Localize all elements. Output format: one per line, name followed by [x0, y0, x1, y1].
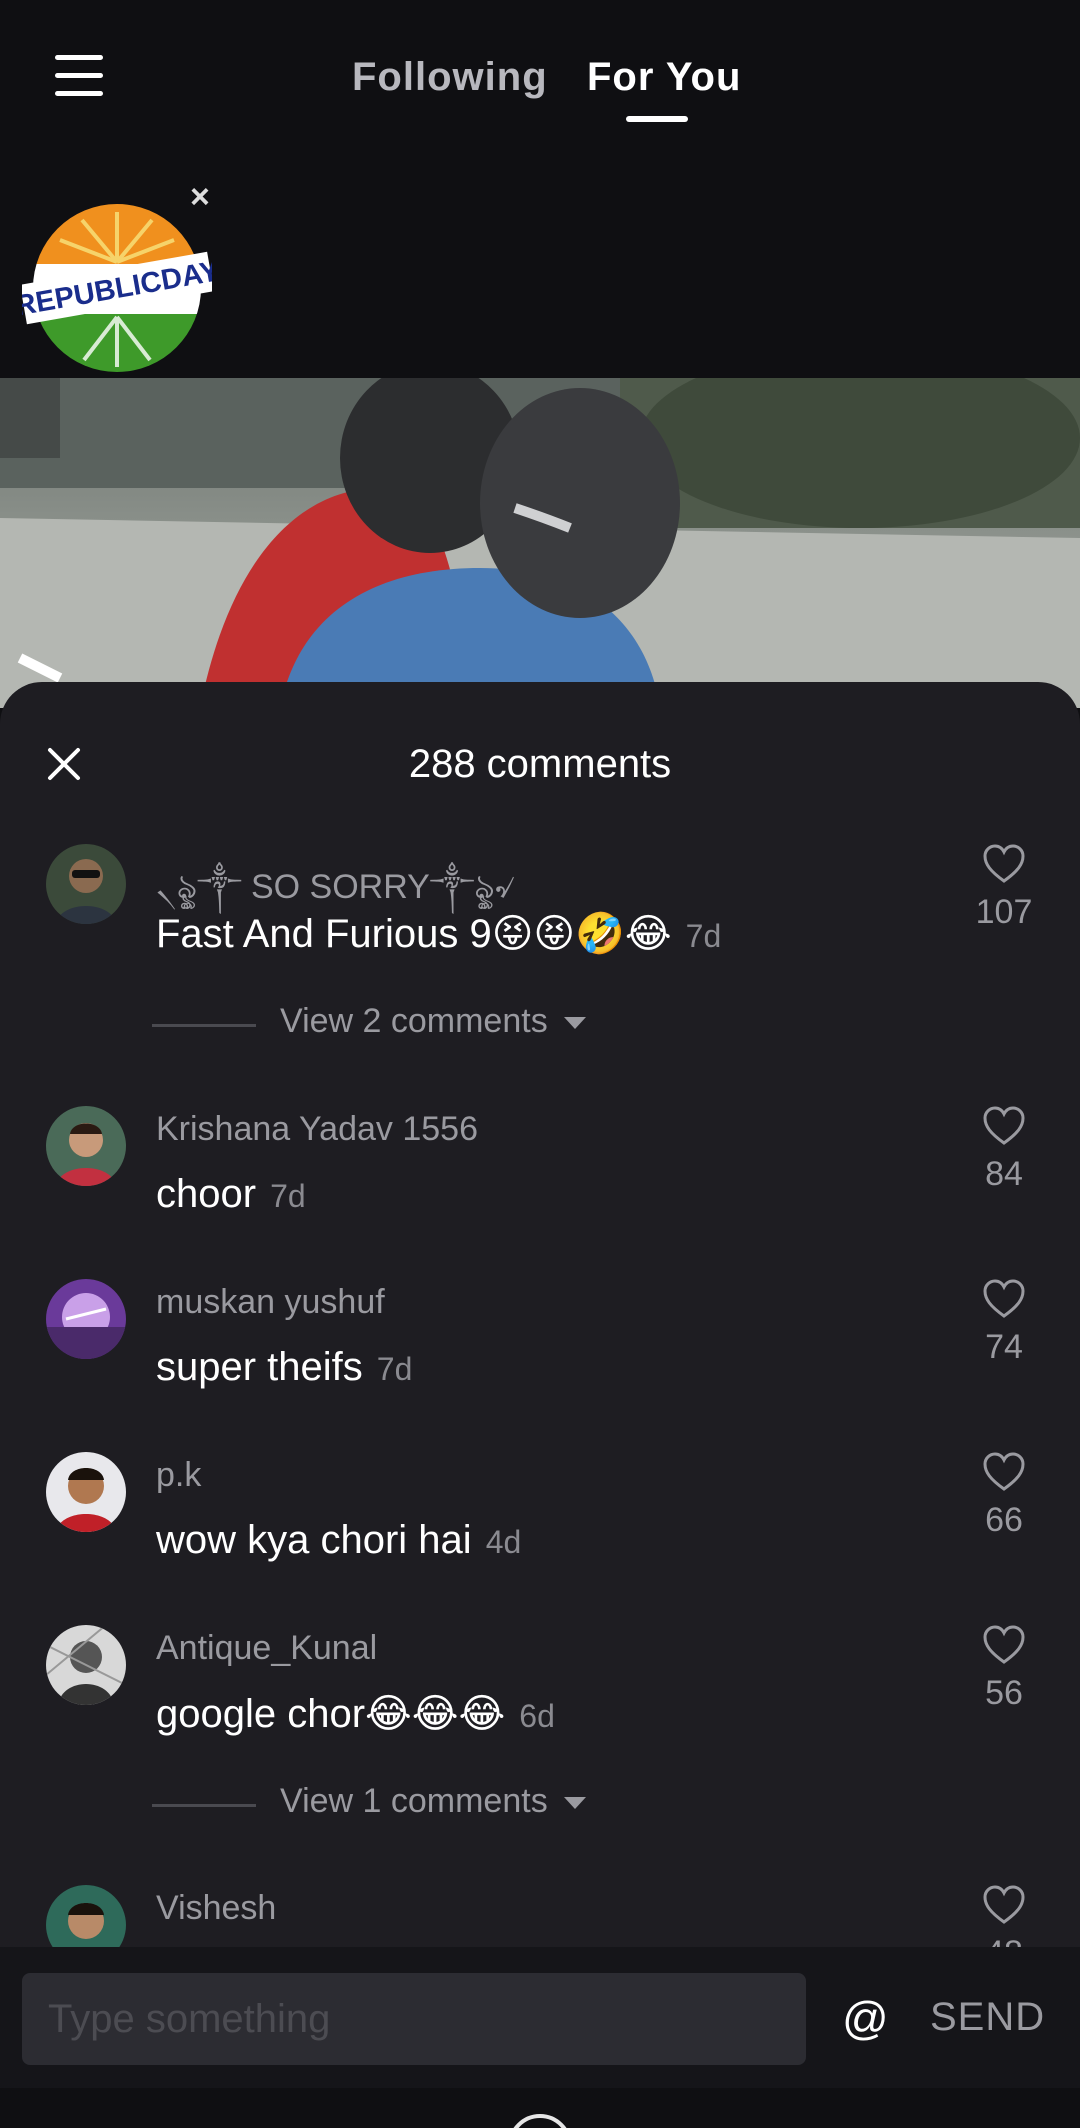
tab-for-you[interactable]: For You — [587, 55, 741, 100]
comment-body: wow kya chori hai — [156, 1518, 472, 1562]
avatar[interactable] — [46, 844, 126, 924]
comment-time: 7d — [685, 918, 722, 954]
avatar[interactable] — [46, 1279, 126, 1359]
video-frame — [0, 378, 1080, 708]
comment-username[interactable]: muskan yushuf — [156, 1283, 385, 1322]
send-button[interactable]: SEND — [930, 1995, 1045, 2040]
comment-input[interactable] — [22, 1973, 806, 2065]
home-button-icon[interactable] — [508, 2114, 572, 2128]
comment-time: 6d — [519, 1698, 555, 1734]
comment-body: super theifs — [156, 1345, 363, 1389]
heart-icon — [983, 1625, 1025, 1664]
comment-time: 7d — [270, 1178, 306, 1214]
tab-following[interactable]: Following — [352, 55, 548, 100]
view-replies-label: View 2 comments — [280, 1002, 548, 1040]
comment-item: muskan yushuf super theifs 7d 74 — [0, 1279, 1080, 1409]
top-navigation-bar: Following For You — [0, 0, 1080, 150]
comment-composer: @ SEND — [0, 1947, 1080, 2088]
divider — [152, 1024, 256, 1027]
avatar[interactable] — [46, 1452, 126, 1532]
like-count: 84 — [985, 1155, 1023, 1193]
avatar[interactable] — [46, 1106, 126, 1186]
active-tab-indicator — [626, 116, 688, 122]
comment-username[interactable]: Krishana Yadav 1556 — [156, 1110, 478, 1149]
like-count: 48 — [964, 1934, 1044, 1947]
republic-day-badge-icon: REPUBLICDAY — [13, 204, 222, 372]
like-count: 107 — [975, 893, 1033, 931]
heart-icon — [983, 1452, 1025, 1491]
mention-button[interactable]: @ — [842, 1991, 889, 2045]
comments-sheet: 288 comments ৲ৡৢ༒ SO SORRY༒ৡৢ৵ Fast And … — [0, 682, 1080, 1947]
comment-item: Antique_Kunal google chor😂😂😂 6d 56 — [0, 1625, 1080, 1755]
promo-area: REPUBLICDAY × — [0, 150, 1080, 378]
comment-text: choor 7d — [156, 1172, 306, 1217]
comments-count-title: 288 comments — [408, 742, 672, 786]
video-player[interactable] — [0, 378, 1080, 708]
comment-time: 4d — [485, 1524, 522, 1560]
like-count: 56 — [985, 1674, 1023, 1712]
like-button[interactable]: 74 — [964, 1279, 1044, 1367]
heart-icon — [983, 1106, 1025, 1145]
comment-text: google chor😂😂😂 6d — [156, 1691, 555, 1737]
comment-username[interactable]: Vishesh — [156, 1889, 276, 1928]
divider — [152, 1804, 256, 1807]
like-count: 74 — [985, 1328, 1023, 1366]
caret-down-icon — [563, 1797, 586, 1810]
hamburger-menu-icon[interactable] — [55, 55, 103, 97]
like-button[interactable]: 107 — [964, 844, 1044, 932]
caret-down-icon — [563, 1017, 586, 1030]
heart-icon — [983, 1279, 1025, 1318]
like-button[interactable]: 48 — [964, 1885, 1044, 1947]
view-replies-label: View 1 comments — [280, 1782, 548, 1820]
comment-time: 7d — [376, 1351, 413, 1387]
comment-item: Vishesh 48 — [0, 1885, 1080, 1947]
system-navigation-bar — [0, 2088, 1080, 2128]
comment-body: google chor😂😂😂 — [156, 1692, 506, 1736]
republic-day-badge[interactable]: REPUBLICDAY — [13, 202, 222, 374]
comment-body: choor — [156, 1172, 257, 1216]
avatar[interactable] — [46, 1885, 126, 1947]
like-button[interactable]: 56 — [964, 1625, 1044, 1713]
comment-item: p.k wow kya chori hai 4d 66 — [0, 1452, 1080, 1582]
comment-body: Fast And Furious 9😝😝🤣😂 — [156, 912, 672, 956]
comment-text: Fast And Furious 9😝😝🤣😂 7d — [156, 910, 721, 957]
comment-text: wow kya chori hai 4d — [156, 1518, 521, 1563]
comment-item: Krishana Yadav 1556 choor 7d 84 — [0, 1106, 1080, 1236]
badge-close-icon[interactable]: × — [190, 180, 210, 214]
like-button[interactable]: 66 — [964, 1452, 1044, 1540]
heart-icon — [983, 844, 1025, 883]
comment-username[interactable]: p.k — [156, 1456, 201, 1495]
heart-icon — [983, 1885, 1025, 1924]
comment-username[interactable]: Antique_Kunal — [156, 1629, 377, 1668]
comment-text: super theifs 7d — [156, 1345, 412, 1390]
like-count: 66 — [985, 1501, 1023, 1539]
avatar[interactable] — [46, 1625, 126, 1705]
like-button[interactable]: 84 — [964, 1106, 1044, 1194]
comment-item: ৲ৡৢ༒ SO SORRY༒ৡৢ৵ Fast And Furious 9😝😝🤣😂… — [0, 844, 1080, 974]
